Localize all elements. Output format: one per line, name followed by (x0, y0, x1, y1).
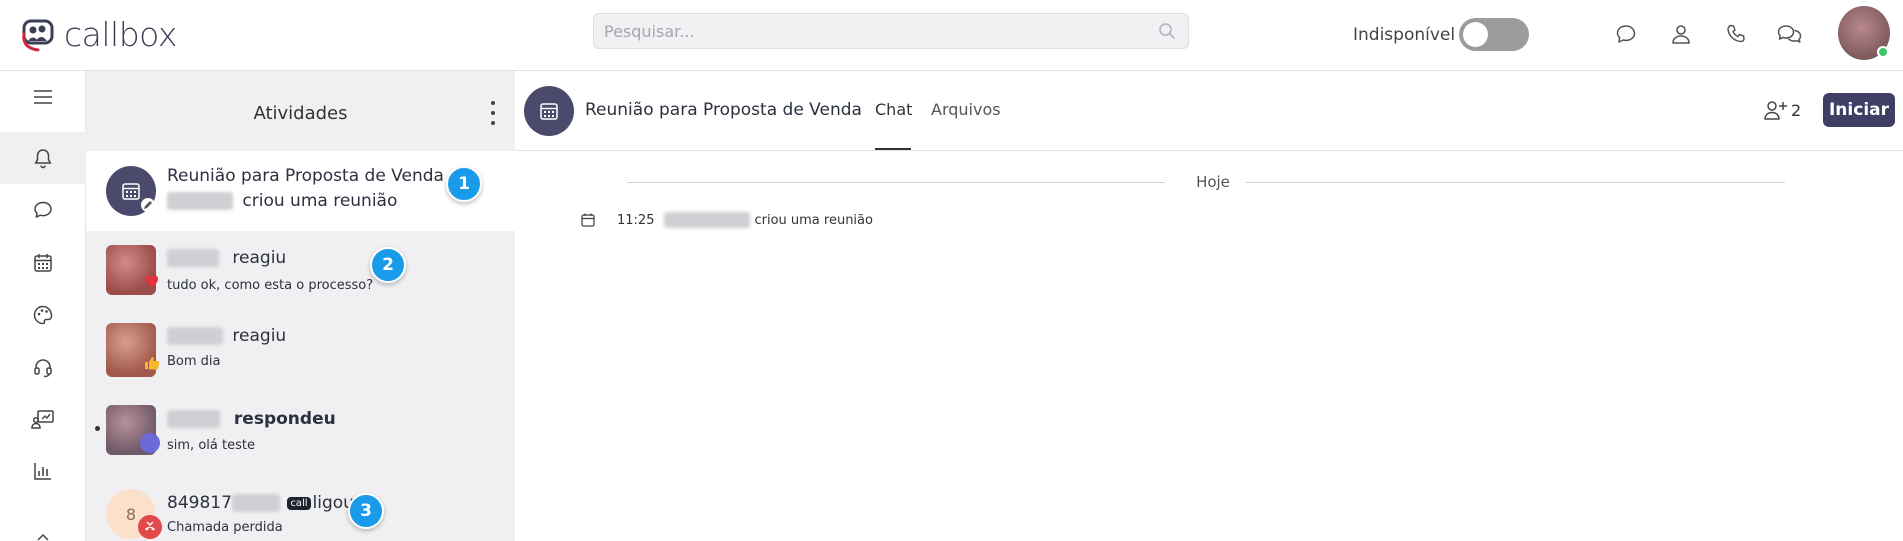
chat-header: Reunião para Proposta de Venda Chat Arqu… (515, 71, 1903, 151)
chat-title: Reunião para Proposta de Venda (585, 100, 862, 120)
unread-dot (95, 426, 100, 431)
activity-action: reagiu (232, 248, 287, 268)
activity-action: criou uma reunião (242, 191, 398, 211)
activity-item-reply[interactable]: respondeu sim, olá teste (86, 391, 515, 469)
calendar-event-icon (581, 213, 595, 227)
call-tag: call (287, 496, 311, 510)
thumbs-up-reaction-icon (143, 355, 161, 371)
tab-arquivos[interactable]: Arquivos (931, 100, 1001, 119)
logo[interactable]: callbox (18, 14, 177, 54)
callbox-logo-icon (22, 19, 54, 52)
activity-message: tudo ok, como esta o processo? (167, 278, 374, 293)
activity-item-meeting[interactable]: Reunião para Proposta de Venda criou uma… (86, 151, 515, 231)
activity-message: Chamada perdida (167, 520, 283, 535)
presentation-icon[interactable] (0, 393, 86, 445)
activity-message: Bom dia (167, 354, 221, 369)
toggle-knob (1463, 22, 1488, 47)
activity-action: respondeu (233, 409, 336, 429)
search-input[interactable] (594, 14, 1188, 48)
redacted-name (167, 192, 233, 210)
availability-label: Indisponível (1353, 25, 1456, 45)
top-bar: callbox Indisponível (0, 0, 1903, 71)
activity-title: reagiu (167, 326, 286, 346)
reply-badge-icon (140, 433, 160, 453)
chevron-up-icon[interactable] (0, 497, 86, 541)
active-tab-indicator (875, 148, 911, 150)
activity-title: respondeu (167, 409, 336, 429)
activity-item-reaction[interactable]: reagiu tudo ok, como esta o processo? 2 (86, 231, 515, 309)
redacted-name (664, 212, 751, 228)
day-label: Hoje (1196, 173, 1230, 191)
separator-line (627, 182, 1165, 183)
tab-chat[interactable]: Chat (875, 100, 912, 119)
day-separator: Hoje (627, 172, 1785, 192)
palette-icon[interactable] (0, 289, 86, 341)
activity-message: sim, olá teste (167, 438, 255, 453)
activity-action: reagiu (232, 326, 287, 346)
start-button[interactable]: Iniciar (1823, 93, 1895, 127)
annotation-marker-1: 1 (446, 166, 482, 202)
menu-icon[interactable] (0, 71, 86, 123)
brand-name: callbox (64, 14, 177, 54)
availability-toggle[interactable] (1459, 18, 1529, 51)
search-icon[interactable] (1158, 22, 1176, 40)
chat-message: 11:25 criou uma reunião (580, 210, 873, 230)
phone-icon[interactable] (1722, 20, 1750, 48)
chat-icon[interactable] (0, 184, 86, 236)
activities-header: Atividades (86, 71, 515, 151)
conversations-icon[interactable] (1776, 20, 1804, 48)
headset-icon[interactable] (0, 341, 86, 393)
redacted-number (231, 494, 280, 512)
phone-number: 849817 (167, 493, 232, 513)
activity-item-call[interactable]: 8 849817 call ligou Chamada perdida 3 (86, 469, 515, 541)
activity-title: Reunião para Proposta de Venda (167, 166, 444, 186)
user-avatar[interactable] (1838, 6, 1890, 60)
chat-bubble-icon[interactable] (1612, 20, 1640, 48)
bell-icon[interactable] (0, 132, 86, 184)
activity-title: 849817 call ligou (167, 493, 354, 513)
redacted-name (167, 249, 219, 267)
calendar-avatar-icon (524, 86, 574, 136)
nav-rail (0, 71, 86, 541)
more-options-icon[interactable] (487, 101, 499, 125)
activity-item-reaction[interactable]: reagiu Bom dia (86, 309, 515, 391)
bar-chart-icon[interactable] (0, 445, 86, 497)
missed-call-icon (138, 515, 162, 539)
activities-title: Atividades (253, 103, 348, 124)
activities-panel: Atividades Reunião para Proposta de Vend… (86, 71, 515, 541)
search-box[interactable] (593, 13, 1189, 49)
participants-button[interactable]: 2 (1763, 99, 1801, 121)
activity-subtitle: criou uma reunião (167, 191, 397, 211)
annotation-marker-3: 3 (348, 493, 384, 529)
heart-reaction-icon (144, 273, 160, 289)
online-status-dot (1877, 46, 1889, 58)
message-text: criou uma reunião (754, 212, 873, 228)
redacted-name (167, 327, 223, 345)
calendar-icon[interactable] (0, 237, 86, 289)
message-time: 11:25 (617, 212, 655, 228)
activity-title: reagiu (167, 248, 286, 268)
redacted-name (167, 410, 220, 428)
separator-line (1246, 182, 1785, 183)
add-participant-icon (1764, 101, 1787, 120)
edit-badge-icon (141, 198, 155, 212)
user-icon[interactable] (1667, 20, 1695, 48)
annotation-marker-2: 2 (370, 247, 406, 283)
participants-count: 2 (1791, 100, 1802, 120)
